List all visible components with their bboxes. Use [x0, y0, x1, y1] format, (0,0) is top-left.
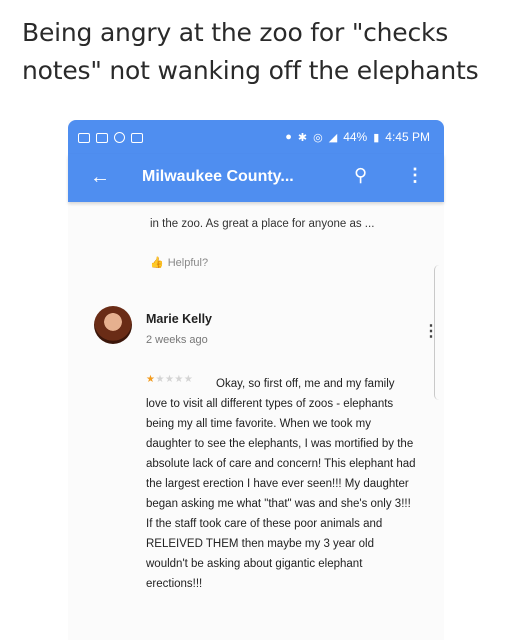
- review-text: Okay, so first off, me and my family lov…: [146, 378, 416, 590]
- helpful-label: Helpful?: [167, 256, 209, 269]
- image-icon: [96, 132, 108, 143]
- status-bar: ● ✱ ◎ ◢ 44% ▮ 4:45 PM: [68, 120, 444, 154]
- helpful-button[interactable]: 👍 Helpful?: [150, 256, 209, 270]
- phone-screenshot: ● ✱ ◎ ◢ 44% ▮ 4:45 PM ← Milwaukee County…: [68, 120, 444, 640]
- alarm-icon: ◎: [313, 131, 323, 144]
- sync-icon: [114, 132, 125, 143]
- system-status: ● ✱ ◎ ◢ 44% ▮ 4:45 PM: [285, 130, 430, 144]
- mail-icon: [78, 132, 90, 143]
- notification-icons: [78, 132, 143, 143]
- signal-icon: ◢: [328, 131, 338, 144]
- arrow-left-icon[interactable]: ←: [90, 166, 110, 189]
- location-icon: ●: [285, 131, 292, 143]
- post-caption: Being angry at the zoo for "checks notes…: [22, 18, 479, 85]
- place-title: Milwaukee County...: [142, 168, 294, 185]
- bluetooth-icon: ✱: [297, 131, 308, 144]
- status-time: 4:45 PM: [385, 130, 430, 144]
- avatar[interactable]: [94, 306, 132, 344]
- review-date: 2 weeks ago: [146, 334, 208, 346]
- photo-icon: [131, 132, 143, 143]
- search-icon[interactable]: ⚲: [354, 165, 367, 186]
- app-bar: ← Milwaukee County... ⚲ ⋮: [68, 154, 444, 202]
- previous-review-snippet: in the zoo. As great a place for anyone …: [150, 218, 375, 230]
- more-vertical-icon[interactable]: ⋮: [406, 166, 424, 184]
- battery-icon: ▮: [373, 131, 380, 144]
- review-author[interactable]: Marie Kelly: [146, 312, 212, 326]
- thumbs-up-icon: 👍: [150, 257, 164, 269]
- battery-percent: 44%: [343, 130, 368, 144]
- review-menu-icon[interactable]: ⋮: [423, 324, 439, 340]
